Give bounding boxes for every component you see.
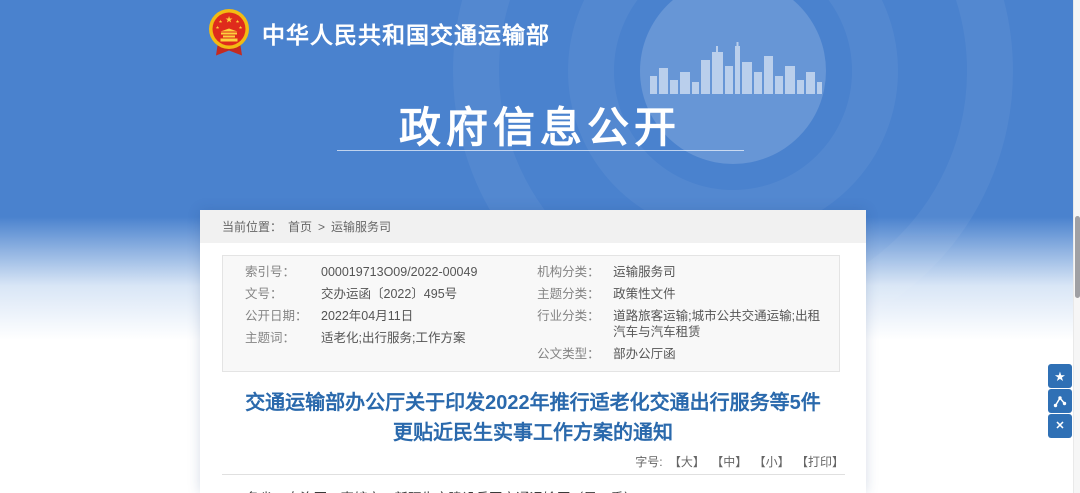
meta-value: 交办运函〔2022〕495号 [321,286,457,302]
meta-label: 文号： [245,286,321,302]
meta-row-agency-category: 机构分类： 运输服务司 [537,261,825,283]
meta-value: 000019713O09/2022-00049 [321,264,477,280]
breadcrumb: 当前位置： 首页 > 运输服务司 [200,210,866,243]
meta-value: 运输服务司 [613,264,676,280]
print-button[interactable]: 【打印】 [796,455,844,469]
meta-column-left: 索引号： 000019713O09/2022-00049 文号： 交办运函〔20… [223,261,537,365]
meta-row-topic-category: 主题分类： 政策性文件 [537,283,825,305]
close-icon: ✕ [1055,421,1064,432]
national-emblem-icon: ★ ★ ★ ★ ★ [208,8,250,58]
breadcrumb-link-department[interactable]: 运输服务司 [331,218,391,235]
favorite-button[interactable]: ★ [1048,364,1072,388]
banner-underline [337,150,744,151]
meta-label: 索引号： [245,264,321,280]
title-divider [222,474,845,475]
meta-value: 政策性文件 [613,286,676,302]
city-skyline-icon [650,42,822,94]
meta-label: 公文类型： [537,346,613,362]
meta-row-publish-date: 公开日期： 2022年04月11日 [245,305,537,327]
meta-row-keywords: 主题词： 适老化;出行服务;工作方案 [245,327,537,349]
side-toolbar: ★ ✕ [1048,364,1072,438]
star-icon: ★ [1054,370,1066,383]
font-size-large-button[interactable]: 【大】 [669,455,705,469]
font-size-label: 字号: [635,455,662,469]
page-background: ★ ★ ★ ★ ★ 中华人民共和国交通运输部 政府信息公开 当前位置： 首页 >… [0,0,1080,493]
site-name: 中华人民共和国交通运输部 [262,16,550,50]
meta-value: 2022年04月11日 [321,308,413,324]
meta-row-index-no: 索引号： 000019713O09/2022-00049 [245,261,537,283]
meta-value: 道路旅客运输;城市公共交通运输;出租汽车与汽车租赁 [613,308,825,340]
meta-label: 主题词： [245,330,321,346]
document-meta-table: 索引号： 000019713O09/2022-00049 文号： 交办运函〔20… [222,255,840,372]
banner-title: 政府信息公开 [240,94,840,155]
meta-column-right: 机构分类： 运输服务司 主题分类： 政策性文件 行业分类： 道路旅客运输;城市公… [537,261,839,365]
scrollbar-track[interactable] [1073,0,1080,493]
scrollbar-thumb[interactable] [1075,216,1080,298]
meta-label: 行业分类： [537,308,613,340]
breadcrumb-link-home[interactable]: 首页 [288,218,312,235]
breadcrumb-prefix: 当前位置： [222,218,282,235]
document-title: 交通运输部办公厅关于印发2022年推行适老化交通出行服务等5件更贴近民生实事工作… [236,388,830,448]
document-body-first-line: 各省、自治区、直辖市、新疆生产建设兵团交通运输厅（局、委）： [246,488,841,493]
meta-row-doc-no: 文号： 交办运函〔2022〕495号 [245,283,537,305]
meta-row-industry-category: 行业分类： 道路旅客运输;城市公共交通运输;出租汽车与汽车租赁 [537,305,825,343]
share-icon [1053,395,1067,408]
breadcrumb-separator: > [318,220,325,234]
meta-label: 主题分类： [537,286,613,302]
close-button[interactable]: ✕ [1048,414,1072,438]
content-card: 当前位置： 首页 > 运输服务司 索引号： 000019713O09/2022-… [200,210,866,493]
share-button[interactable] [1048,389,1072,413]
meta-label: 公开日期： [245,308,321,324]
meta-row-doc-type: 公文类型： 部办公厅函 [537,343,825,365]
font-size-medium-button[interactable]: 【中】 [711,455,747,469]
meta-label: 机构分类： [537,264,613,280]
font-size-small-button[interactable]: 【小】 [754,455,790,469]
font-size-controls: 字号: 【大】 【中】 【小】 【打印】 [222,453,844,470]
meta-value: 适老化;出行服务;工作方案 [321,330,465,346]
site-header: ★ ★ ★ ★ ★ 中华人民共和国交通运输部 [208,8,550,58]
svg-text:★: ★ [225,15,233,25]
meta-value: 部办公厅函 [613,346,676,362]
